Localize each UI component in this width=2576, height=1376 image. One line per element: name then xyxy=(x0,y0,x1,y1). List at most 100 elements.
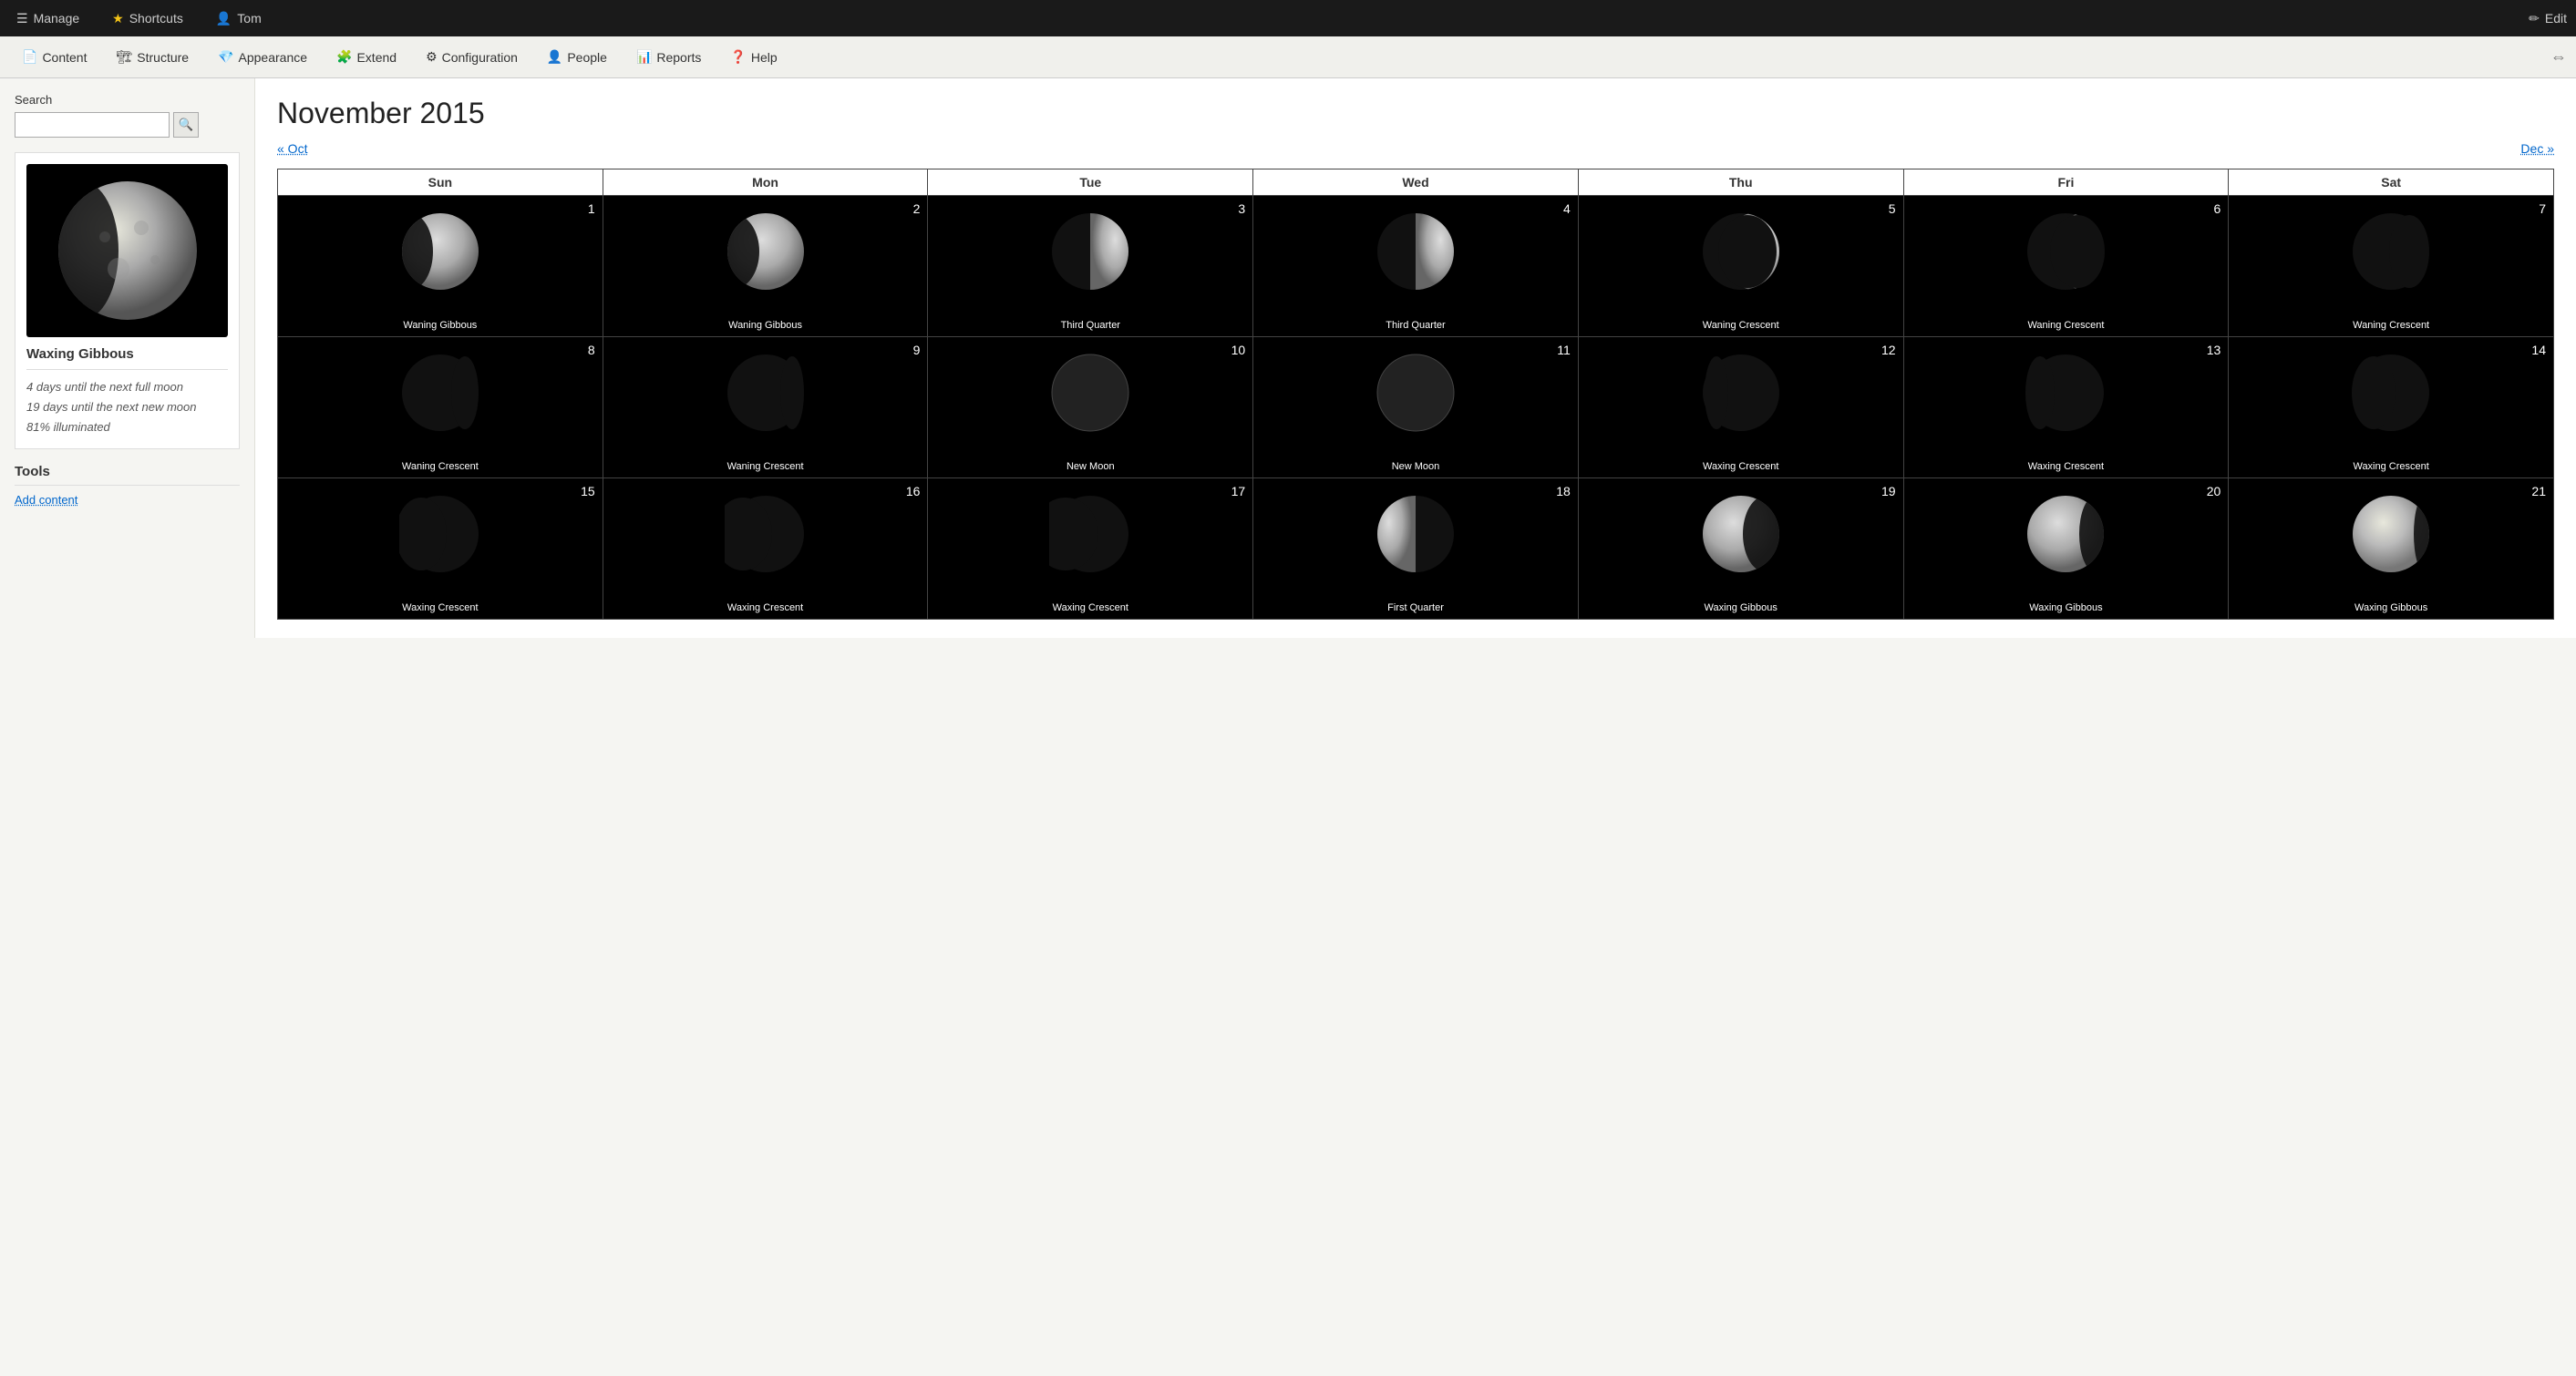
day-2[interactable]: 2 Waning Gibbous xyxy=(603,196,929,337)
structure-icon: 🏗 xyxy=(116,49,132,65)
nav-appearance[interactable]: 💎 Appearance xyxy=(205,44,320,70)
calendar-nav: « Oct Dec » xyxy=(277,141,2554,156)
moon-phase-svg-5 xyxy=(1700,211,1782,293)
nav-help[interactable]: ❓ Help xyxy=(717,44,789,70)
nav-structure[interactable]: 🏗 Structure xyxy=(103,44,201,70)
edit-button[interactable]: ✏ Edit xyxy=(2529,11,2567,26)
moon-phase-svg-19 xyxy=(1700,493,1782,575)
moon-phase-svg-16 xyxy=(725,493,807,575)
menu-icon: ☰ xyxy=(16,11,28,26)
user-icon: 👤 xyxy=(216,11,232,26)
day-14[interactable]: 14 Waxing Crescent xyxy=(2229,337,2554,478)
moon-phase-svg-4 xyxy=(1375,211,1457,293)
manage-label: Manage xyxy=(34,11,80,26)
edit-label: Edit xyxy=(2545,11,2567,26)
manage-button[interactable]: ☰ Manage xyxy=(9,11,87,26)
day-16[interactable]: 16 Waxing Crescent xyxy=(603,478,929,620)
extend-icon: 🧩 xyxy=(336,49,352,65)
day-4[interactable]: 4 Third Quarter xyxy=(1253,196,1579,337)
tools-divider xyxy=(15,485,240,486)
moon-divider xyxy=(26,369,228,370)
calendar-title: November 2015 xyxy=(277,97,2554,130)
moon-phase-svg-1 xyxy=(399,211,481,293)
nav-people[interactable]: 👤 People xyxy=(534,44,620,70)
day-11[interactable]: 11 New Moon xyxy=(1253,337,1579,478)
moon-phase-name: Waxing Gibbous xyxy=(26,346,228,362)
nav-extend[interactable]: 🧩 Extend xyxy=(324,44,409,70)
moon-phase-sidebar-svg xyxy=(55,178,201,323)
day-19[interactable]: 19 Waxing Gibbous xyxy=(1579,478,1904,620)
day-21[interactable]: 21 Waxing Gibbous xyxy=(2229,478,2554,620)
sidebar: Search 🔍 xyxy=(0,78,255,638)
next-month-link[interactable]: Dec » xyxy=(2520,141,2554,156)
day-7[interactable]: 7 Waning Crescent xyxy=(2229,196,2554,337)
tools-label: Tools xyxy=(15,464,240,479)
pencil-icon: ✏ xyxy=(2529,11,2540,26)
people-icon: 👤 xyxy=(547,49,562,65)
search-label: Search xyxy=(15,93,240,107)
day-9[interactable]: 9 Waning Crescent xyxy=(603,337,929,478)
moon-phase-svg-9 xyxy=(725,352,807,434)
week-row-3: 15 Waxing Crescent 16 xyxy=(278,478,2554,620)
day-15[interactable]: 15 Waxing Crescent xyxy=(278,478,603,620)
prev-month-link[interactable]: « Oct xyxy=(277,141,307,156)
moon-phase-svg-14 xyxy=(2350,352,2432,434)
content-icon: 📄 xyxy=(22,49,37,65)
configuration-icon: ⚙ xyxy=(426,49,438,65)
appearance-icon: 💎 xyxy=(218,49,233,65)
search-input[interactable] xyxy=(15,112,170,138)
moon-phase-svg-7 xyxy=(2350,211,2432,293)
tools-section: Tools Add content xyxy=(15,464,240,507)
main-layout: Search 🔍 xyxy=(0,78,2576,638)
day-20[interactable]: 20 Waxing Gibbous xyxy=(1904,478,2230,620)
col-sat: Sat xyxy=(2229,169,2554,196)
moon-sidebar-image xyxy=(26,164,228,337)
moon-phase-svg-21 xyxy=(2350,493,2432,575)
star-icon: ★ xyxy=(112,11,124,26)
nav-reports[interactable]: 📊 Reports xyxy=(623,44,714,70)
calendar-area: November 2015 « Oct Dec » Sun Mon Tue We… xyxy=(255,78,2576,638)
moon-phase-svg-17 xyxy=(1049,493,1131,575)
col-fri: Fri xyxy=(1904,169,2230,196)
moon-phase-svg-11 xyxy=(1375,352,1457,434)
col-tue: Tue xyxy=(928,169,1253,196)
moon-phase-svg-13 xyxy=(2025,352,2107,434)
col-wed: Wed xyxy=(1253,169,1579,196)
week-row-2: 8 Waning Crescent 9 xyxy=(278,337,2554,478)
col-thu: Thu xyxy=(1579,169,1904,196)
day-8[interactable]: 8 Waning Crescent xyxy=(278,337,603,478)
nav-bar: 📄 Content 🏗 Structure 💎 Appearance 🧩 Ext… xyxy=(0,36,2576,78)
day-6[interactable]: 6 Waning Crescent xyxy=(1904,196,2230,337)
col-sun: Sun xyxy=(278,169,603,196)
top-bar: ☰ Manage ★ Shortcuts 👤 Tom ✏ Edit xyxy=(0,0,2576,36)
search-button[interactable]: 🔍 xyxy=(173,112,199,138)
moon-phase-svg-18 xyxy=(1375,493,1457,575)
add-content-link[interactable]: Add content xyxy=(15,493,240,507)
moon-phase-svg-8 xyxy=(399,352,481,434)
moon-phase-svg-3 xyxy=(1049,211,1131,293)
day-5[interactable]: 5 Waning Crescent xyxy=(1579,196,1904,337)
search-area: 🔍 xyxy=(15,112,240,138)
day-18[interactable]: 18 First Quarter xyxy=(1253,478,1579,620)
nav-toggle[interactable]: ⇔ xyxy=(2550,47,2567,67)
nav-configuration[interactable]: ⚙ Configuration xyxy=(413,44,531,70)
nav-content[interactable]: 📄 Content xyxy=(9,44,99,70)
shortcuts-button[interactable]: ★ Shortcuts xyxy=(105,11,191,26)
shortcuts-label: Shortcuts xyxy=(129,11,183,26)
moon-phase-svg-2 xyxy=(725,211,807,293)
day-10[interactable]: 10 New Moon xyxy=(928,337,1253,478)
day-12[interactable]: 12 Waxing Crescent xyxy=(1579,337,1904,478)
day-1[interactable]: 1 Waning Gibbous xyxy=(278,196,603,337)
col-mon: Mon xyxy=(603,169,929,196)
day-3[interactable]: 3 Third Quarter xyxy=(928,196,1253,337)
moon-phase-svg-20 xyxy=(2025,493,2107,575)
day-13[interactable]: 13 Waxing Crescent xyxy=(1904,337,2230,478)
search-icon: 🔍 xyxy=(179,118,194,132)
user-button[interactable]: 👤 Tom xyxy=(209,11,269,26)
moon-phase-svg-12 xyxy=(1700,352,1782,434)
moon-phase-svg-6 xyxy=(2025,211,2107,293)
calendar-header-row: Sun Mon Tue Wed Thu Fri Sat xyxy=(278,169,2554,196)
user-label: Tom xyxy=(237,11,261,26)
day-17[interactable]: 17 Waxing Crescent xyxy=(928,478,1253,620)
moon-phase-svg-15 xyxy=(399,493,481,575)
